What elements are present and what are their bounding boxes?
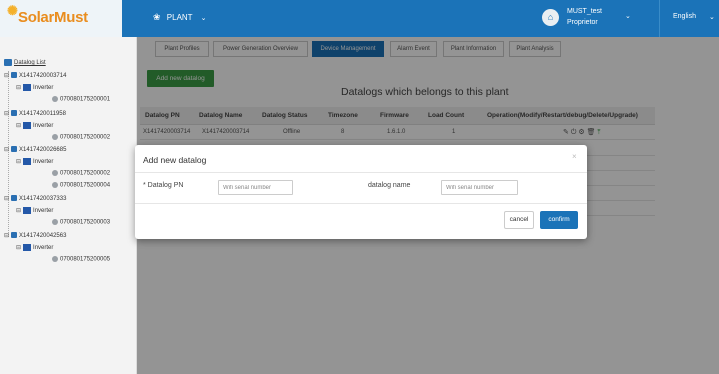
top-header: ✺ SolarMust ❀ PLANT ⌄ ⌂ MUST_test Propri… [0,0,719,37]
logo-text: SolarMust [18,9,88,26]
datalog-list-icon [4,59,12,66]
logo[interactable]: ✺ SolarMust [7,3,88,26]
user-name[interactable]: MUST_test [567,8,602,15]
modal-divider [135,172,587,173]
collapse-icon: ⊟ [16,208,22,215]
logo-area: ✺ SolarMust [0,0,122,37]
collapse-icon: ⊟ [16,245,22,252]
inverter-icon [23,84,32,91]
tree-node-inverter[interactable]: ⊟ Inverter [16,207,53,214]
device-icon [52,170,58,176]
tree-node-device[interactable]: 070080175200001 [52,96,110,103]
sun-icon: ✺ [7,3,18,18]
modal-divider [135,203,587,204]
tree-node-datalog[interactable]: ⊟ X1417420003714 [4,72,66,79]
collapse-icon: ⊟ [4,233,10,239]
datalog-pn-input[interactable] [218,180,293,195]
language-chevron-down-icon[interactable]: ⌄ [709,13,715,21]
device-icon [52,182,58,188]
collapse-icon: ⊟ [16,85,22,92]
cancel-button[interactable]: cancel [504,211,534,229]
tree-node-device[interactable]: 070080175200002 [52,134,110,141]
tree-node-inverter[interactable]: ⊟ Inverter [16,158,53,165]
datalog-icon [11,232,18,239]
tree-node-datalog[interactable]: ⊟ X1417420042563 [4,232,66,239]
collapse-icon: ⊟ [4,111,10,117]
tree-node-inverter[interactable]: ⊟ Inverter [16,84,53,91]
tree-node-datalog[interactable]: ⊟ X1417420011958 [4,110,66,117]
tree-node-device[interactable]: 070080175200004 [52,182,110,189]
modal-title: Add new datalog [143,155,207,165]
plant-menu-label: PLANT [166,13,193,22]
language-selector[interactable]: English [673,13,696,20]
datalog-name-input[interactable] [441,180,518,195]
plant-menu[interactable]: ❀ PLANT ⌄ [153,12,207,23]
inverter-icon [23,122,32,129]
confirm-button[interactable]: confirm [540,211,578,229]
tree-line [8,71,9,237]
collapse-icon: ⊟ [16,123,22,130]
tree-node-datalog[interactable]: ⊟ X1417420026685 [4,146,66,153]
datalog-icon [11,72,18,79]
tree-node-device[interactable]: 070080175200005 [52,256,110,263]
collapse-icon: ⊟ [16,159,22,166]
inverter-icon [23,244,32,251]
collapse-icon: ⊟ [4,73,10,79]
datalog-icon [11,146,18,153]
user-role: Proprietor [567,19,598,26]
datalog-icon [11,195,18,202]
close-icon[interactable]: × [572,152,577,161]
header-divider [659,0,660,37]
datalog-icon [11,110,18,117]
tree-node-device[interactable]: 070080175200003 [52,219,110,226]
add-datalog-modal: Add new datalog × * Datalog PN datalog n… [135,145,587,239]
chevron-down-icon: ⌄ [200,15,207,22]
tree-node-inverter[interactable]: ⊟ Inverter [16,244,53,251]
user-chevron-down-icon[interactable]: ⌄ [625,12,631,20]
device-icon [52,134,58,140]
user-icon[interactable]: ⌂ [542,9,559,26]
datalog-pn-label: * Datalog PN [143,182,184,189]
device-icon [52,219,58,225]
device-icon [52,96,58,102]
inverter-icon [23,207,32,214]
datalog-name-label: datalog name [368,182,411,189]
tree-node-inverter[interactable]: ⊟ Inverter [16,122,53,129]
tree-node-device[interactable]: 070080175200002 [52,170,110,177]
device-icon [52,256,58,262]
inverter-icon [23,158,32,165]
collapse-icon: ⊟ [4,196,10,202]
leaf-icon: ❀ [153,12,161,22]
collapse-icon: ⊟ [4,147,10,153]
datalog-list-title[interactable]: Datalog List [4,59,46,66]
tree-node-datalog[interactable]: ⊟ X1417420037333 [4,195,66,202]
